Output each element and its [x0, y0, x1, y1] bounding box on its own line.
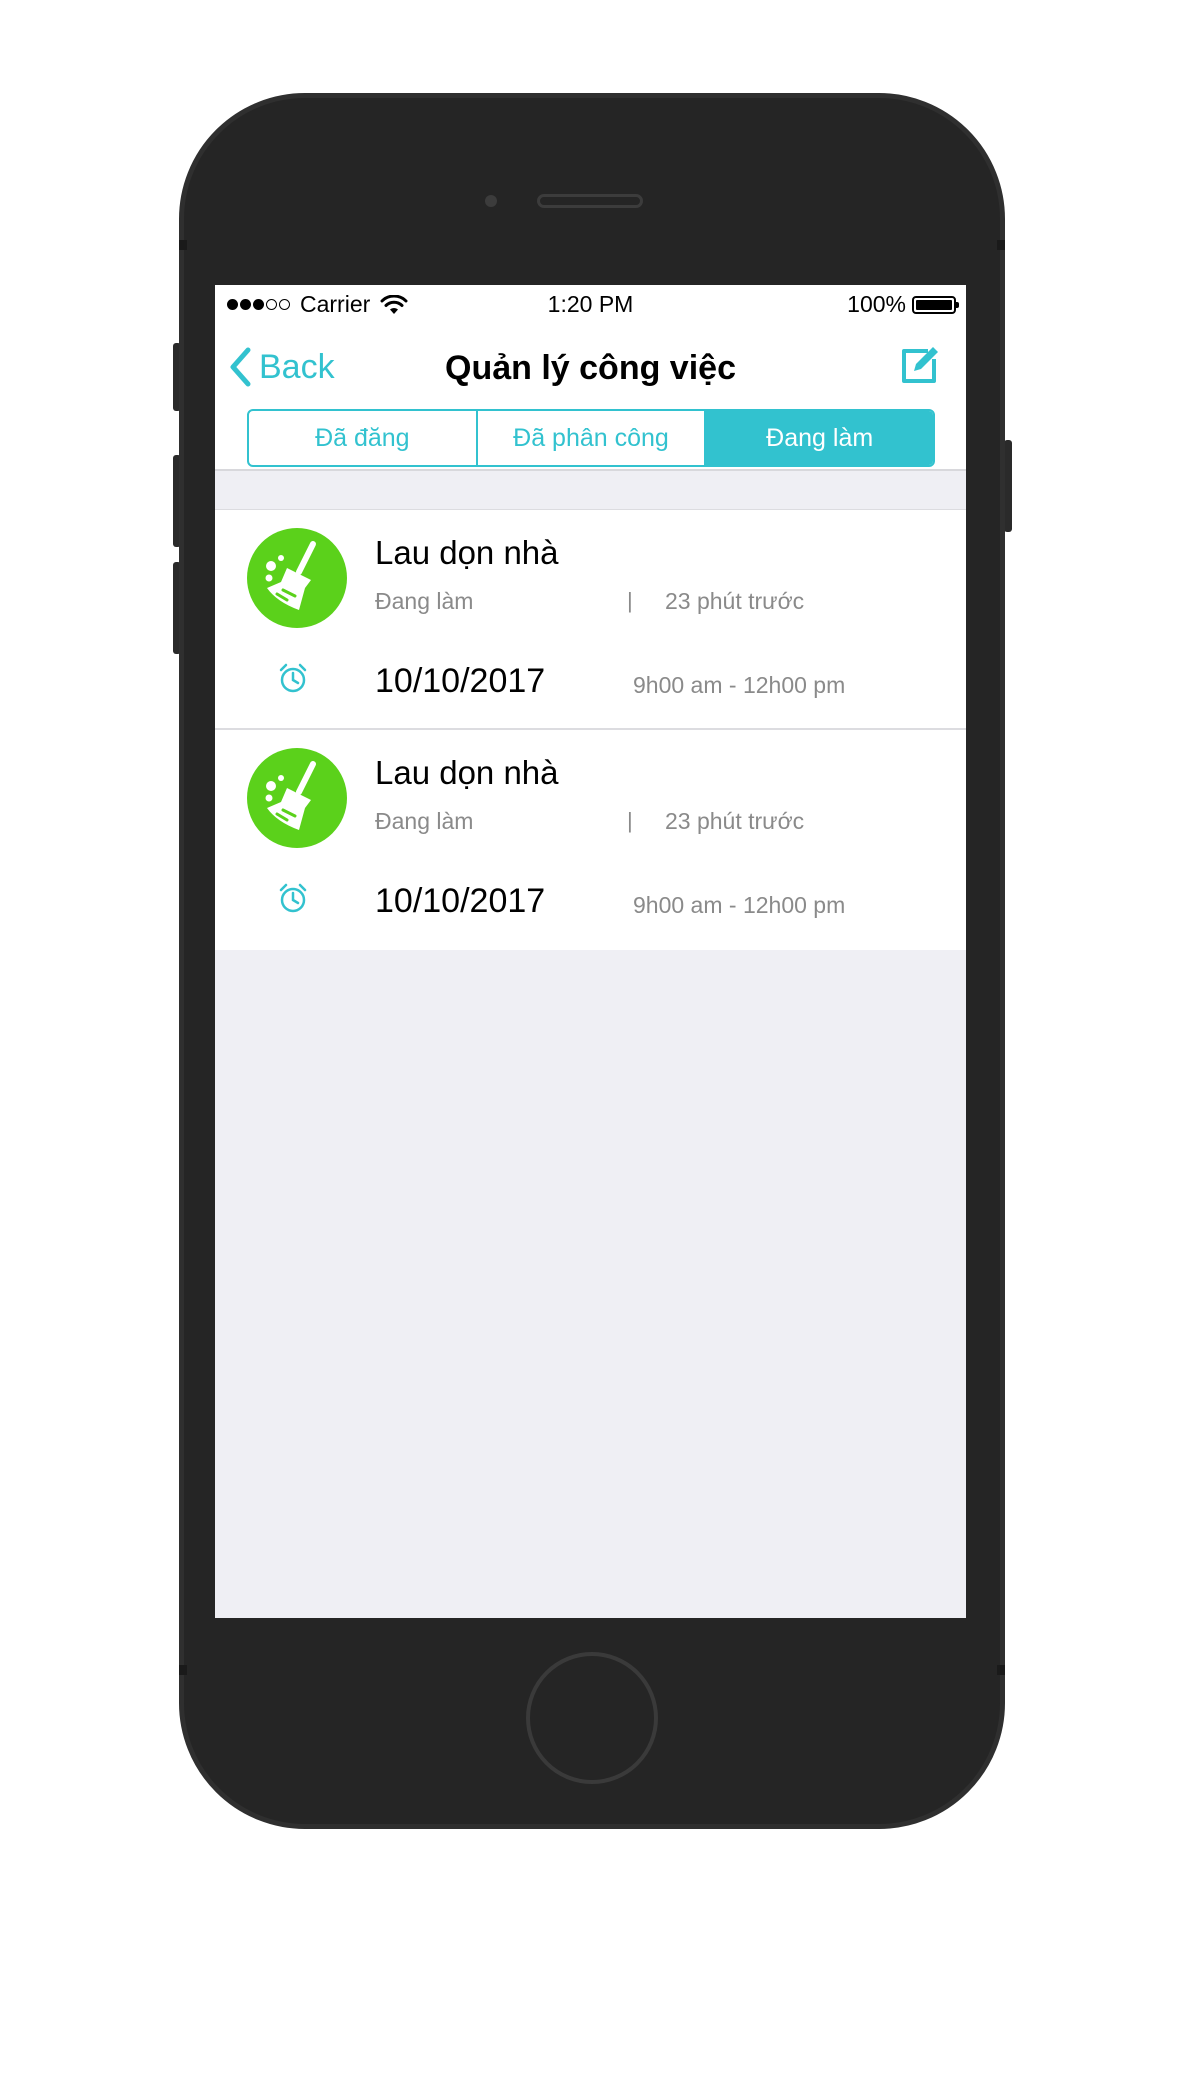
app-screen: Carrier 1:20 PM 100% Back Quản lý công v…: [215, 285, 966, 1618]
task-time-range: 9h00 am - 12h00 pm: [633, 892, 846, 918]
task-date: 10/10/2017: [375, 882, 546, 920]
status-bar: Carrier 1:20 PM 100%: [215, 285, 966, 325]
compose-button[interactable]: [898, 343, 942, 392]
task-separator: |: [627, 588, 633, 613]
compose-icon: [902, 347, 938, 383]
task-separator: |: [627, 808, 633, 833]
antenna-band: [179, 1665, 187, 1675]
task-date: 10/10/2017: [375, 662, 546, 700]
earpiece-speaker: [537, 194, 643, 208]
task-avatar: [247, 748, 347, 848]
task-time-range: 9h00 am - 12h00 pm: [633, 672, 846, 698]
task-time-ago: 23 phút trước: [665, 588, 805, 614]
battery-icon: [912, 295, 959, 314]
antenna-band: [997, 240, 1005, 250]
task-title: Lau dọn nhà: [375, 754, 559, 791]
status-right: 100%: [847, 291, 959, 318]
front-camera: [485, 195, 497, 207]
task-status: Đang làm: [375, 588, 474, 614]
home-button[interactable]: [526, 1652, 658, 1784]
tab-in-progress[interactable]: Đang làm: [706, 411, 933, 465]
page-title: Quản lý công việc: [445, 349, 736, 387]
alarm-clock-icon: [279, 883, 307, 913]
task-row[interactable]: Lau dọn nhà Đang làm | 23 phút trước 10/…: [215, 510, 966, 730]
antenna-band: [179, 240, 187, 250]
alarm-clock-icon: [279, 663, 307, 693]
broom-icon: [265, 761, 316, 830]
battery-percent: 100%: [847, 291, 906, 317]
antenna-band: [997, 1665, 1005, 1675]
tab-posted[interactable]: Đã đăng: [249, 411, 478, 465]
broom-icon: [265, 541, 316, 610]
power-button: [1004, 440, 1012, 532]
task-avatar: [247, 528, 347, 628]
task-title: Lau dọn nhà: [375, 534, 559, 571]
tab-assigned[interactable]: Đã phân công: [478, 411, 707, 465]
segmented-tabs: Đã đăng Đã phân công Đang làm: [247, 409, 935, 467]
task-row[interactable]: Lau dọn nhà Đang làm | 23 phút trước 10/…: [215, 730, 966, 950]
task-list: Lau dọn nhà Đang làm | 23 phút trước 10/…: [215, 509, 966, 950]
task-time-ago: 23 phút trước: [665, 808, 805, 834]
task-status: Đang làm: [375, 808, 474, 834]
